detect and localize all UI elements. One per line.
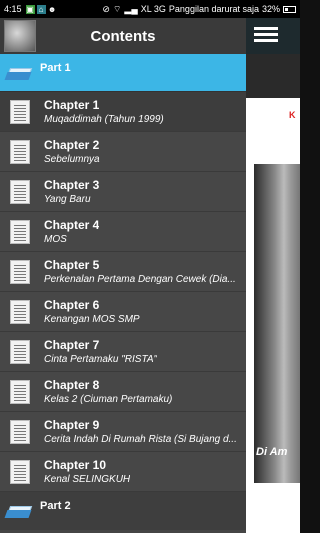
chapter-text: Chapter 7 Cinta Pertamaku "RISTA" <box>44 338 157 366</box>
chapter-title: Chapter 2 <box>44 137 100 152</box>
wifi-icon: ⌔ <box>112 3 122 14</box>
chapter-item[interactable]: Chapter 7 Cinta Pertamaku "RISTA" <box>0 332 246 372</box>
chapter-list: Chapter 1 Muqaddimah (Tahun 1999) Chapter … <box>0 92 246 492</box>
chapter-text: Chapter 4 MOS <box>44 218 99 246</box>
chapter-title: Chapter 6 <box>44 297 100 312</box>
drawer-title: Contents <box>90 27 156 45</box>
part-label: Part 1 <box>40 61 71 74</box>
document-icon <box>10 99 30 124</box>
status-time: 4:15 <box>4 4 22 14</box>
chapter-title: Chapter 10 <box>44 457 107 472</box>
chapter-text: Chapter 2 Sebelumnya <box>44 138 100 166</box>
signal-icon: ▂▄ <box>124 3 138 14</box>
document-icon <box>10 259 30 284</box>
cover-image <box>254 164 300 483</box>
chapter-title: Chapter 8 <box>44 377 100 392</box>
chapter-subtitle: Muqaddimah (Tahun 1999) <box>44 113 164 125</box>
mute-icon: ⊘ <box>102 3 110 14</box>
chapter-item[interactable]: Chapter 2 Sebelumnya <box>0 132 246 172</box>
chapter-subtitle: Perkenalan Pertama Dengan Cewek (Dia... <box>44 273 236 285</box>
chapter-item[interactable]: Chapter 8 Kelas 2 (Ciuman Pertamaku) <box>0 372 246 412</box>
chapter-text: Chapter 5 Perkenalan Pertama Dengan Cewek… <box>44 258 236 286</box>
chapter-subtitle: Sebelumnya <box>44 153 100 165</box>
document-icon <box>10 179 30 204</box>
chapter-subtitle: Cinta Pertamaku "RISTA" <box>44 353 158 365</box>
book-icon <box>4 64 34 82</box>
chapter-item[interactable]: Chapter 10 Kenal SELINGKUH <box>0 452 246 492</box>
chapter-title: Chapter 1 <box>44 97 100 112</box>
book-icon <box>4 502 34 520</box>
document-icon <box>10 419 30 444</box>
document-icon <box>10 459 30 484</box>
battery-icon <box>283 5 296 13</box>
chapter-title: Chapter 4 <box>44 217 100 232</box>
document-icon <box>10 339 30 364</box>
notification-icon-2: ⌂ <box>36 4 46 14</box>
chapter-subtitle: MOS <box>44 233 67 245</box>
chapter-text: Chapter 10 Kenal SELINGKUH <box>44 458 130 486</box>
drawer-header: Contents <box>0 18 246 54</box>
status-bar: 4:15 ▣ ⌂ ☻ ⊘ ⌔ ▂▄ XL 3G Panggilan darura… <box>0 0 300 18</box>
cover-caption: Di Am <box>256 446 288 458</box>
chapter-subtitle: Kenangan MOS SMP <box>44 313 140 325</box>
chapter-title: Chapter 7 <box>44 337 100 352</box>
chapter-text: Chapter 3 Yang Baru <box>44 178 99 206</box>
document-icon <box>10 219 30 244</box>
chapter-item[interactable]: Chapter 3 Yang Baru <box>0 172 246 212</box>
chapter-text: Chapter 9 Cerita Indah Di Rumah Rista (Si… <box>44 418 237 446</box>
chapter-text: Chapter 6 Kenangan MOS SMP <box>44 298 140 326</box>
status-right: ⊘ ⌔ ▂▄ XL 3G Panggilan darurat saja 32% <box>102 4 296 15</box>
android-icon: ☻ <box>47 4 57 14</box>
notification-icon: ▣ <box>25 4 35 14</box>
document-icon <box>10 139 30 164</box>
chapter-subtitle: Kenal SELINGKUH <box>44 473 131 485</box>
app-toolbar <box>246 18 300 54</box>
document-icon <box>10 379 30 404</box>
chapter-item[interactable]: Chapter 4 MOS <box>0 212 246 252</box>
chapter-text: Chapter 8 Kelas 2 (Ciuman Pertamaku) <box>44 378 172 406</box>
chapter-subtitle: Kelas 2 (Ciuman Pertamaku) <box>44 393 173 405</box>
network-label: XL 3G <box>140 4 166 14</box>
chapter-text: Chapter 1 Muqaddimah (Tahun 1999) <box>44 98 164 126</box>
content-heading: K <box>289 110 296 120</box>
chapter-title: Chapter 5 <box>44 257 100 272</box>
app-logo <box>4 20 36 52</box>
contents-drawer: Contents Part 1 Chapter 1 Muqaddimah (Tah… <box>0 18 246 533</box>
chapter-title: Chapter 3 <box>44 177 100 192</box>
battery-label: 32% <box>261 4 280 14</box>
chapter-subtitle: Cerita Indah Di Rumah Rista (Si Bujang d… <box>44 433 237 445</box>
chapter-item[interactable]: Chapter 9 Cerita Indah Di Rumah Rista (Si… <box>0 412 246 452</box>
part-item-1[interactable]: Part 1 <box>0 54 246 92</box>
part-label: Part 2 <box>40 500 71 512</box>
background-app: K Di Am <box>246 18 300 533</box>
menu-icon[interactable] <box>254 24 278 48</box>
emergency-label: Panggilan darurat saja <box>168 4 259 14</box>
chapter-subtitle: Yang Baru <box>44 193 91 205</box>
document-icon <box>10 299 30 324</box>
app-subheader <box>246 54 300 98</box>
chapter-item[interactable]: Chapter 1 Muqaddimah (Tahun 1999) <box>0 92 246 132</box>
part-item-2[interactable]: Part 2 <box>0 492 246 530</box>
chapter-title: Chapter 9 <box>44 417 100 432</box>
chapter-item[interactable]: Chapter 6 Kenangan MOS SMP <box>0 292 246 332</box>
chapter-item[interactable]: Chapter 5 Perkenalan Pertama Dengan Cewek… <box>0 252 246 292</box>
